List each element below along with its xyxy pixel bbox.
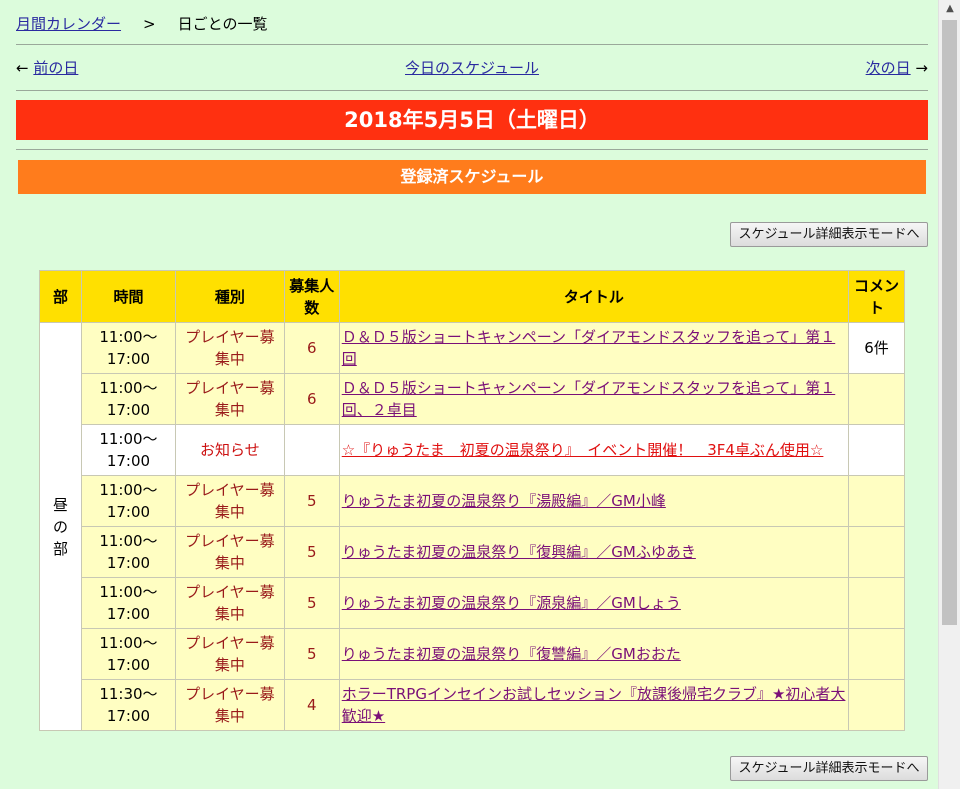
schedule-title-link[interactable]: Ｄ＆Ｄ５版ショートキャンペーン「ダイアモンドスタッフを追って」第１回、２卓目 bbox=[342, 379, 836, 419]
table-header-row: 部 時間 種別 募集人数 タイトル コメント bbox=[39, 270, 905, 323]
comment-cell bbox=[848, 679, 905, 731]
schedule-title-link[interactable]: りゅうたま初夏の温泉祭り『復興編』／GMふゆあき bbox=[342, 543, 696, 561]
breadcrumb-current: 日ごとの一覧 bbox=[177, 15, 268, 33]
time-cell: 11:30〜17:00 bbox=[80, 679, 176, 731]
divider bbox=[16, 90, 928, 91]
scroll-thumb[interactable] bbox=[942, 20, 957, 625]
breadcrumb-separator: > bbox=[143, 15, 156, 33]
title-cell: Ｄ＆Ｄ５版ショートキャンペーン「ダイアモンドスタッフを追って」第１回、２卓目 bbox=[338, 373, 850, 425]
detail-mode-button-bottom[interactable]: スケジュール詳細表示モードへ bbox=[730, 756, 928, 781]
type-cell: プレイヤー募集中 bbox=[174, 475, 285, 527]
comment-cell bbox=[848, 577, 905, 629]
time-cell: 11:00〜17:00 bbox=[80, 424, 176, 476]
title-cell: りゅうたま初夏の温泉祭り『復讐編』／GMおおた bbox=[338, 628, 850, 680]
title-cell: ホラーTRPGインセインお試しセッション『放課後帰宅クラブ』★初心者大歓迎★ bbox=[338, 679, 850, 731]
section-title: 登録済スケジュール bbox=[18, 160, 926, 194]
table-row: 11:00〜17:00 プレイヤー募集中 5 りゅうたま初夏の温泉祭り『復興編』… bbox=[40, 526, 905, 578]
type-cell: お知らせ bbox=[174, 424, 285, 476]
table-row: 11:00〜17:00 プレイヤー募集中 5 りゅうたま初夏の温泉祭り『湯殿編』… bbox=[40, 475, 905, 527]
header-period: 部 bbox=[39, 270, 82, 323]
table-row: 昼の部 11:00〜17:00 プレイヤー募集中 6 Ｄ＆Ｄ５版ショートキャンペ… bbox=[39, 322, 905, 731]
schedule-title-link[interactable]: りゅうたま初夏の温泉祭り『湯殿編』／GM小峰 bbox=[342, 492, 666, 510]
today-schedule: 今日のスケジュール bbox=[16, 57, 928, 78]
header-type: 種別 bbox=[174, 270, 285, 323]
schedule-title-link[interactable]: りゅうたま初夏の温泉祭り『復讐編』／GMおおた bbox=[342, 645, 681, 663]
period-cell: 昼の部 bbox=[39, 322, 82, 731]
count-cell: 5 bbox=[283, 475, 340, 527]
day-navigation: ← 前の日 今日のスケジュール 次の日 → bbox=[16, 57, 928, 79]
type-cell: プレイヤー募集中 bbox=[174, 628, 285, 680]
schedule-table: 部 時間 種別 募集人数 タイトル コメント 昼の部 11:00〜17:00 プ… bbox=[39, 270, 905, 731]
table-row: 11:00〜17:00 プレイヤー募集中 6 Ｄ＆Ｄ５版ショートキャンペーン「ダ… bbox=[40, 373, 905, 425]
page: 月間カレンダー > 日ごとの一覧 ← 前の日 今日のスケジュール 次の日 → 201… bbox=[0, 0, 938, 789]
type-cell: プレイヤー募集中 bbox=[174, 577, 285, 629]
schedule-title-link[interactable]: Ｄ＆Ｄ５版ショートキャンペーン「ダイアモンドスタッフを追って」第１回 bbox=[342, 328, 836, 368]
breadcrumb-monthly-calendar-link[interactable]: 月間カレンダー bbox=[16, 15, 121, 33]
today-schedule-link[interactable]: 今日のスケジュール bbox=[405, 59, 539, 77]
breadcrumb: 月間カレンダー > 日ごとの一覧 bbox=[16, 13, 267, 34]
time-cell: 11:00〜17:00 bbox=[80, 526, 176, 578]
type-cell: プレイヤー募集中 bbox=[174, 322, 285, 374]
header-count: 募集人数 bbox=[283, 270, 340, 323]
detail-mode-button[interactable]: スケジュール詳細表示モードへ bbox=[730, 222, 928, 247]
header-time: 時間 bbox=[80, 270, 176, 323]
count-cell: 5 bbox=[283, 577, 340, 629]
count-cell: 6 bbox=[283, 373, 340, 425]
table-row: 11:30〜17:00 プレイヤー募集中 4 ホラーTRPGインセインお試しセッ… bbox=[40, 679, 905, 731]
header-title: タイトル bbox=[338, 270, 850, 323]
title-cell: りゅうたま初夏の温泉祭り『湯殿編』／GM小峰 bbox=[338, 475, 850, 527]
schedule-title-link[interactable]: ☆『りゅうたま 初夏の温泉祭り』 イベント開催！ 3F4卓ぶん使用☆ bbox=[342, 441, 824, 459]
type-cell: プレイヤー募集中 bbox=[174, 679, 285, 731]
schedule-title-link[interactable]: りゅうたま初夏の温泉祭り『源泉編』／GMしょう bbox=[342, 594, 681, 612]
count-cell: 6 bbox=[283, 322, 340, 374]
comment-cell bbox=[848, 475, 905, 527]
time-cell: 11:00〜17:00 bbox=[80, 322, 176, 374]
right-arrow-icon: → bbox=[915, 59, 928, 77]
divider bbox=[16, 149, 928, 150]
time-cell: 11:00〜17:00 bbox=[80, 628, 176, 680]
count-cell: 5 bbox=[283, 526, 340, 578]
time-cell: 11:00〜17:00 bbox=[80, 475, 176, 527]
comment-cell bbox=[848, 424, 905, 476]
next-day: 次の日 → bbox=[866, 57, 928, 78]
time-cell: 11:00〜17:00 bbox=[80, 577, 176, 629]
comment-cell bbox=[848, 373, 905, 425]
table-row: 11:00〜17:00 プレイヤー募集中 5 りゅうたま初夏の温泉祭り『復讐編』… bbox=[40, 628, 905, 680]
title-cell: ☆『りゅうたま 初夏の温泉祭り』 イベント開催！ 3F4卓ぶん使用☆ bbox=[338, 424, 850, 476]
divider bbox=[16, 44, 928, 45]
table-row: 11:00〜17:00 プレイヤー募集中 5 りゅうたま初夏の温泉祭り『源泉編』… bbox=[40, 577, 905, 629]
count-cell: 4 bbox=[283, 679, 340, 731]
type-cell: プレイヤー募集中 bbox=[174, 373, 285, 425]
type-cell: プレイヤー募集中 bbox=[174, 526, 285, 578]
comment-cell bbox=[848, 526, 905, 578]
next-day-link[interactable]: 次の日 bbox=[866, 59, 911, 77]
title-cell: りゅうたま初夏の温泉祭り『源泉編』／GMしょう bbox=[338, 577, 850, 629]
time-cell: 11:00〜17:00 bbox=[80, 373, 176, 425]
table-row: 11:00〜17:00 お知らせ ☆『りゅうたま 初夏の温泉祭り』 イベント開催… bbox=[40, 424, 905, 476]
scroll-up-arrow-icon[interactable]: ▲ bbox=[939, 0, 960, 18]
date-banner: 2018年5月5日（土曜日） bbox=[16, 100, 928, 140]
count-cell: 5 bbox=[283, 628, 340, 680]
comment-cell[interactable]: 6件 bbox=[848, 322, 905, 374]
schedule-title-link[interactable]: ホラーTRPGインセインお試しセッション『放課後帰宅クラブ』★初心者大歓迎★ bbox=[342, 685, 846, 725]
count-cell bbox=[283, 424, 340, 476]
header-comment: コメント bbox=[848, 270, 905, 323]
vertical-scrollbar[interactable]: ▲ bbox=[938, 0, 960, 789]
title-cell: りゅうたま初夏の温泉祭り『復興編』／GMふゆあき bbox=[338, 526, 850, 578]
comment-cell bbox=[848, 628, 905, 680]
title-cell: Ｄ＆Ｄ５版ショートキャンペーン「ダイアモンドスタッフを追って」第１回 bbox=[338, 322, 850, 374]
